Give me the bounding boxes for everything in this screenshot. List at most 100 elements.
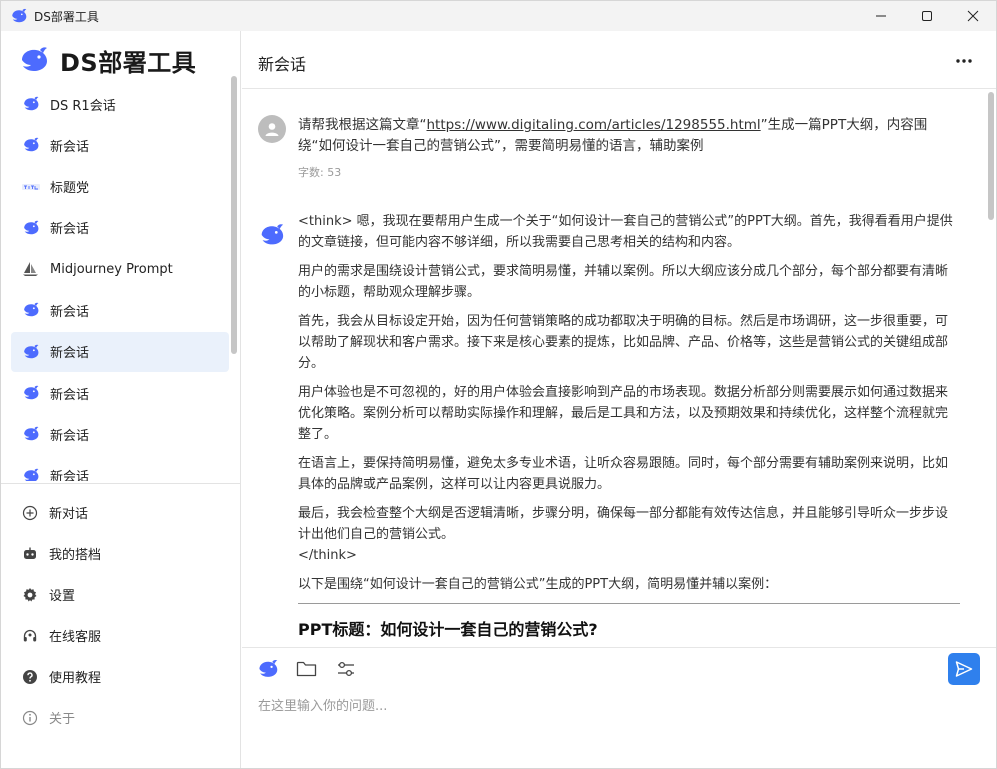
sidebar-item-conversation[interactable]: 新会话 (11, 125, 229, 165)
maximize-icon (922, 11, 932, 21)
sidebar-item-label: 新会话 (50, 387, 90, 403)
sidebar-item-conversation[interactable]: DS R1会话 (11, 84, 229, 124)
question-input[interactable] (258, 694, 978, 718)
menu-item-new-chat[interactable]: 新对话 (11, 492, 229, 533)
whale-icon (21, 468, 41, 481)
sidebar-divider (1, 483, 240, 484)
menu-item-label: 我的搭档 (49, 548, 102, 563)
menu-item-tutorial[interactable]: 使用教程 (11, 656, 229, 697)
menu-item-label: 在线客服 (49, 630, 102, 645)
main-panel: 新会话 请帮我根据这篇文章“https://www.digitaling.com… (242, 31, 996, 768)
divider (298, 603, 960, 604)
user-avatar (258, 115, 286, 143)
sidebar-item-label: 新会话 (50, 222, 90, 238)
minimize-icon (876, 15, 886, 17)
info-icon (21, 709, 39, 727)
assistant-message-body: <think> 嗯，我现在要帮用户生成一个关于“如何设计一套自己的营销公式”的P… (298, 211, 960, 642)
sidebar-item-label: 新会话 (50, 304, 90, 320)
assistant-avatar-icon (261, 224, 284, 245)
sidebar-item-label: 新会话 (50, 428, 90, 444)
chat-scrollbar[interactable] (988, 92, 994, 220)
article-link[interactable]: https://www.digitaling.com/articles/1298… (427, 117, 761, 133)
sidebar-item-conversation[interactable]: 新会话 (11, 414, 229, 454)
menu-item-label: 使用教程 (49, 671, 102, 686)
whale-icon (21, 344, 41, 360)
char-count: 字数: 53 (298, 166, 342, 179)
close-icon (967, 10, 979, 22)
whale-icon (21, 302, 41, 318)
window-title: DS部署工具 (34, 9, 99, 24)
attach-folder-button[interactable] (294, 657, 318, 681)
sidebar-item-label: Midjourney Prompt (50, 261, 173, 277)
menu-item-about[interactable]: 关于 (11, 697, 229, 738)
outline-intro: 以下是围绕“如何设计一套自己的营销公式”生成的PPT大纲，简明易懂并辅以案例： (298, 577, 778, 592)
user-icon (265, 123, 279, 136)
help-icon (21, 668, 39, 686)
brand: DS部署工具 (18, 43, 196, 77)
think-close-tag: </think> (298, 548, 357, 563)
headset-icon (21, 627, 39, 645)
title-bar: DS部署工具 (1, 1, 996, 31)
whale-icon (21, 137, 41, 153)
sidebar: DS部署工具 DS R1会话 新会话 标题党 新会话 Midjourney Prompt… (1, 31, 241, 768)
menu-item-label: 设置 (49, 589, 76, 604)
sliders-icon (338, 661, 354, 677)
model-button[interactable] (256, 657, 280, 681)
plus-circle-icon (21, 504, 39, 522)
user-message-prefix: 请帮我根据这篇文章“ (298, 117, 427, 133)
assistant-paragraph: <think> 嗯，我现在要帮用户生成一个关于“如何设计一套自己的营销公式”的P… (298, 214, 953, 250)
send-button[interactable] (948, 653, 980, 685)
sidebar-menu: 新对话我的搭档设置在线客服使用教程关于 (11, 492, 229, 738)
user-message-text: 请帮我根据这篇文章“https://www.digitaling.com/art… (298, 115, 958, 157)
sidebar-scrollbar[interactable] (231, 76, 237, 354)
more-horizontal-icon (956, 59, 972, 63)
title-icon (21, 179, 41, 195)
app-window: DS部署工具 DS部署工具 DS R1会话 新会话 标题党 新会话 Midjourney… (0, 0, 997, 769)
close-button[interactable] (950, 1, 996, 31)
sidebar-item-label: 标题党 (50, 181, 90, 197)
whale-icon (21, 96, 41, 112)
gear-icon (21, 586, 39, 604)
conversation-list[interactable]: DS R1会话 新会话 标题党 新会话 Midjourney Prompt 新会话 新会话新… (11, 84, 229, 481)
whale-logo-icon (22, 47, 47, 71)
assistant-paragraph: 用户的需求是围绕设计营销公式，要求简明易懂，并辅以案例。所以大纲应该分成几个部分… (298, 264, 949, 300)
sidebar-item-label: 新会话 (50, 470, 90, 481)
assistant-paragraph: 首先，我会从目标设定开始，因为任何营销策略的成功都取决于明确的目标。然后是市场调… (298, 314, 949, 371)
whale-icon (21, 385, 41, 401)
more-button[interactable] (954, 51, 974, 71)
whale-icon (21, 220, 41, 236)
composer (242, 647, 996, 768)
menu-item-label: 关于 (49, 712, 76, 727)
sidebar-item-label: 新会话 (50, 139, 90, 155)
sidebar-item-label: DS R1会话 (50, 98, 116, 114)
assistant-paragraph: 在语言上，要保持简明易懂，避免太多专业术语，让听众容易跟随。同时，每个部分需要有… (298, 456, 949, 492)
robot-icon (21, 545, 39, 563)
chat-area[interactable]: 请帮我根据这篇文章“https://www.digitaling.com/art… (242, 90, 996, 646)
sidebar-item-conversation[interactable]: Midjourney Prompt (11, 249, 229, 289)
send-icon (955, 661, 973, 677)
menu-item-settings[interactable]: 设置 (11, 574, 229, 615)
menu-item-online-support[interactable]: 在线客服 (11, 615, 229, 656)
sidebar-item-conversation[interactable]: 标题党 (11, 167, 229, 207)
sidebar-item-conversation[interactable]: 新会话 (11, 331, 229, 372)
sidebar-item-conversation[interactable]: 新会话 (11, 373, 229, 413)
options-button[interactable] (334, 657, 358, 681)
page-title: 新会话 (258, 55, 307, 74)
sidebar-item-conversation[interactable]: 新会话 (11, 290, 229, 330)
window-controls (858, 1, 996, 31)
assistant-paragraph: 用户体验也是不可忽视的，好的用户体验会直接影响到产品的市场表现。数据分析部分则需… (298, 385, 949, 442)
menu-item-my-partners[interactable]: 我的搭档 (11, 533, 229, 574)
sail-icon (21, 261, 41, 277)
sidebar-item-conversation[interactable]: 新会话 (11, 456, 229, 481)
outline-heading: PPT标题：如何设计一套自己的营销公式? (298, 620, 598, 639)
assistant-paragraph: 最后，我会检查整个大纲是否逻辑清晰，步骤分明，确保每一部分都能有效传达信息，并且… (298, 506, 949, 542)
whale-icon (21, 426, 41, 442)
app-logo-icon (12, 8, 27, 23)
sidebar-item-conversation[interactable]: 新会话 (11, 208, 229, 248)
sidebar-item-label: 新会话 (50, 346, 90, 362)
whale-icon (259, 660, 278, 677)
menu-item-label: 新对话 (49, 507, 89, 522)
minimize-button[interactable] (858, 1, 904, 31)
maximize-button[interactable] (904, 1, 950, 31)
brand-name: DS部署工具 (60, 48, 197, 77)
